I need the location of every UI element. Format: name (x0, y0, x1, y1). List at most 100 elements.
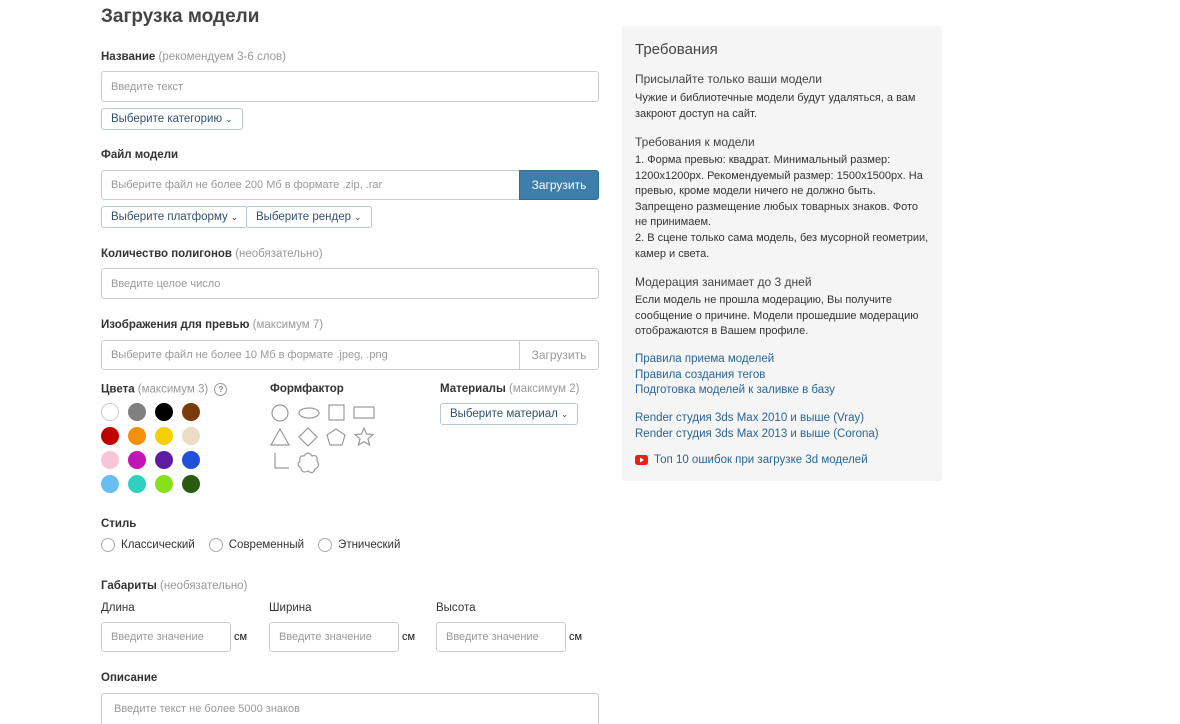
radio-button[interactable] (208, 538, 223, 552)
color-swatch[interactable] (128, 427, 146, 445)
width-input[interactable]: Введите значение (269, 622, 399, 652)
link-tag-rules[interactable]: Правила создания тегов (635, 368, 835, 384)
color-swatches (101, 403, 211, 495)
color-swatch[interactable] (182, 403, 200, 421)
render-dropdown-label: Выберите рендер (256, 211, 351, 223)
polygons-input[interactable]: Введите целое число (101, 268, 599, 299)
color-swatch[interactable] (128, 475, 146, 493)
video-link-row[interactable]: Топ 10 ошибок при загрузке 3d моделей (635, 454, 868, 466)
circle-shape-icon[interactable] (271, 404, 289, 422)
category-dropdown[interactable]: Выберите категорию ⌄ (101, 108, 243, 130)
color-swatch[interactable] (101, 427, 119, 445)
style-option-modern[interactable]: Современный (208, 538, 305, 552)
file-label: Файл модели (101, 149, 179, 161)
style-label: Стиль (101, 518, 137, 530)
render-dropdown[interactable]: Выберите рендер ⌄ (246, 206, 372, 228)
color-swatch[interactable] (155, 451, 173, 469)
requirements-title: Требования (635, 41, 718, 58)
youtube-icon (635, 455, 648, 465)
width-placeholder: Введите значение (279, 631, 372, 643)
own-models-heading: Присылайте только ваши модели (635, 72, 823, 86)
link-render-vray[interactable]: Render студия 3ds Max 2010 и выше (Vray) (635, 411, 879, 427)
style-option-label: Этнический (338, 539, 401, 551)
style-option-ethnic[interactable]: Этнический (318, 538, 400, 552)
freeform-shape-icon[interactable] (297, 452, 320, 474)
color-swatch[interactable] (128, 451, 146, 469)
triangle-shape-icon[interactable] (269, 427, 291, 446)
length-label: Длина (101, 602, 135, 614)
platform-dropdown[interactable]: Выберите платформу ⌄ (101, 206, 249, 228)
upload-model-button[interactable]: Загрузить (519, 170, 599, 200)
pentagon-shape-icon[interactable] (326, 428, 346, 446)
color-swatch[interactable] (182, 451, 200, 469)
radio-button[interactable] (101, 538, 115, 552)
page-title: Загрузка модели (101, 6, 260, 27)
radio-button[interactable] (318, 538, 333, 552)
materials-label: Материалы (максимум 2) (440, 383, 580, 395)
render-links: Render студия 3ds Max 2010 и выше (Vray)… (635, 411, 879, 442)
color-swatch[interactable] (155, 427, 173, 445)
square-shape-icon[interactable] (328, 404, 345, 421)
style-radio-group: Классический Современный Этнический (101, 538, 400, 552)
height-input[interactable]: Введите значение (436, 622, 566, 652)
length-input[interactable]: Введите значение (101, 622, 231, 652)
color-swatch[interactable] (128, 403, 146, 421)
description-label: Описание (101, 672, 158, 684)
color-swatch[interactable] (101, 403, 119, 421)
material-dropdown[interactable]: Выберите материал ⌄ (440, 403, 579, 425)
oval-shape-icon[interactable] (298, 407, 320, 419)
color-swatch[interactable] (155, 403, 173, 421)
rules-links: Правила приема моделей Правила создания … (635, 352, 835, 399)
l-shape-icon[interactable] (274, 453, 289, 469)
width-label: Ширина (269, 602, 312, 614)
color-swatch[interactable] (182, 427, 200, 445)
dimensions-label: Габариты (необязательно) (101, 580, 248, 592)
chevron-down-icon: ⌄ (353, 211, 362, 222)
chevron-down-icon: ⌄ (560, 408, 569, 419)
link-render-corona[interactable]: Render студия 3ds Max 2013 и выше (Coron… (635, 427, 879, 443)
height-unit: см (569, 631, 583, 643)
platform-dropdown-label: Выберите платформу (111, 211, 228, 223)
height-placeholder: Введите значение (446, 631, 539, 643)
polygons-label: Количество полигонов (необязательно) (101, 248, 323, 260)
moderation-text: Если модель не прошла модерацию, Вы полу… (635, 294, 919, 337)
requirements-panel: Требования Присылайте только ваши модели… (622, 26, 942, 481)
link-top-errors-video[interactable]: Топ 10 ошибок при загрузке 3d моделей (654, 454, 868, 466)
color-swatch[interactable] (101, 451, 119, 469)
height-label: Высота (436, 602, 476, 614)
star-shape-icon[interactable] (353, 426, 375, 447)
length-placeholder: Введите значение (111, 631, 204, 643)
link-model-rules[interactable]: Правила приема моделей (635, 352, 835, 368)
chevron-down-icon: ⌄ (230, 211, 239, 222)
material-dropdown-label: Выберите материал (450, 408, 558, 420)
style-option-label: Современный (228, 539, 305, 551)
color-swatch[interactable] (101, 475, 119, 493)
color-swatch[interactable] (155, 475, 173, 493)
own-models-text: Чужие и библиотечные модели будут удалят… (635, 92, 916, 120)
help-icon[interactable]: ? (214, 383, 228, 396)
preview-file-input[interactable]: Выберите файл не более 10 Мб в формате .… (101, 340, 520, 370)
name-input-placeholder: Введите текст (111, 80, 184, 93)
polygons-placeholder: Введите целое число (111, 277, 221, 290)
model-requirements-heading: Требования к модели (635, 135, 755, 149)
style-option-classic[interactable]: Классический (101, 538, 195, 552)
preview-file-placeholder: Выберите файл не более 10 Мб в формате .… (111, 349, 388, 361)
length-unit: см (234, 631, 248, 643)
formfactor-shapes (269, 404, 375, 474)
name-input[interactable]: Введите текст (101, 71, 599, 102)
rectangle-shape-icon[interactable] (353, 406, 375, 419)
model-file-placeholder: Выберите файл не более 200 Мб в формате … (111, 179, 383, 191)
chevron-down-icon: ⌄ (225, 113, 233, 124)
model-requirements-text-1: 1. Форма превью: квадрат. Минимальный ра… (635, 154, 923, 228)
color-swatch[interactable] (182, 475, 200, 493)
upload-preview-button[interactable]: Загрузить (519, 340, 599, 370)
diamond-shape-icon[interactable] (298, 427, 318, 447)
description-placeholder: Введите текст не более 5000 знаков (114, 703, 300, 715)
style-option-label: Классический (121, 539, 195, 551)
model-file-input[interactable]: Выберите файл не более 200 Мб в формате … (101, 170, 520, 200)
formfactor-label: Формфактор (270, 383, 344, 395)
description-textarea[interactable]: Введите текст не более 5000 знаков (101, 693, 599, 724)
model-requirements-text-2: 2. В сцене только сама модель, без мусор… (635, 232, 929, 260)
name-label: Название (рекомендуем 3-6 слов) (101, 51, 286, 63)
link-model-preparation[interactable]: Подготовка моделей к заливке в базу (635, 383, 835, 399)
